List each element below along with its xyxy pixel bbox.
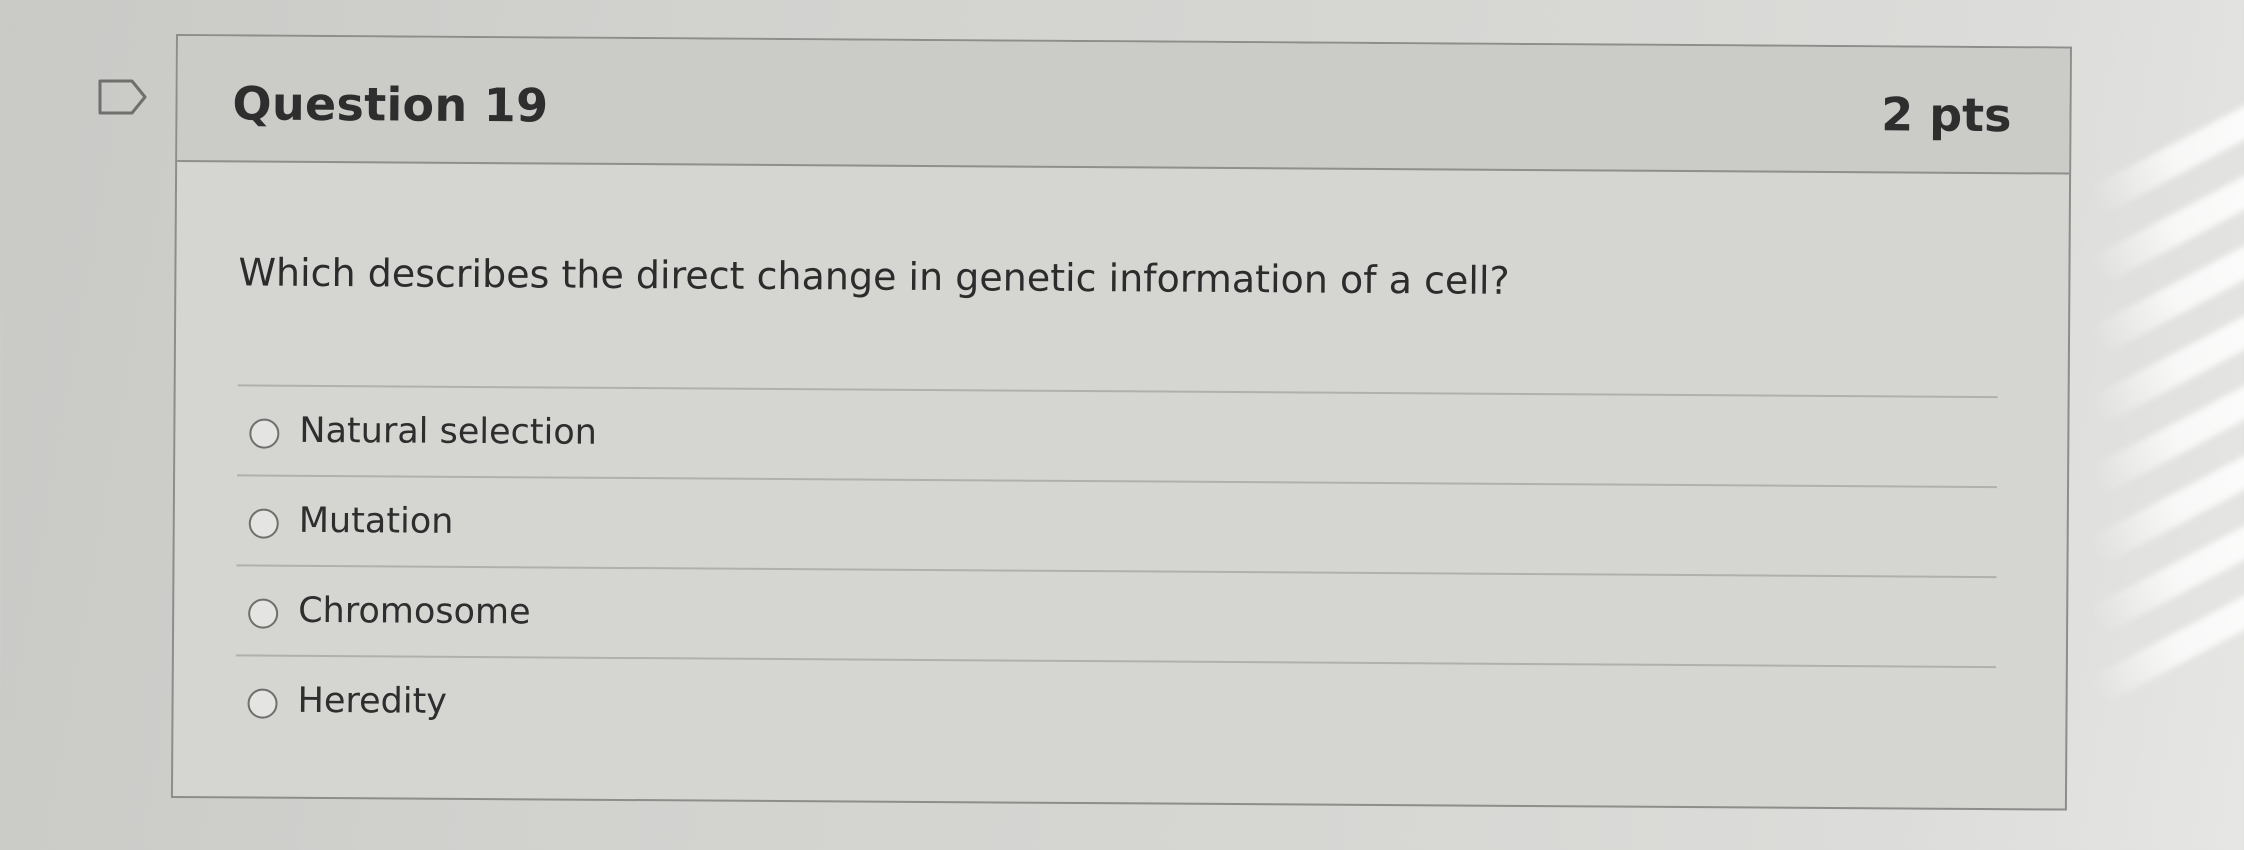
- radio-button-icon[interactable]: [248, 598, 279, 629]
- flag-icon[interactable]: [98, 78, 148, 116]
- answer-option[interactable]: Chromosome: [235, 564, 1997, 669]
- question-card: Question 19 2 pts Which describes the di…: [170, 34, 2072, 811]
- radio-button-icon[interactable]: [249, 418, 280, 449]
- question-text: Which describes the direct change in gen…: [238, 250, 1510, 303]
- answer-option[interactable]: Natural selection: [237, 384, 1998, 489]
- answer-label[interactable]: Chromosome: [298, 591, 531, 633]
- answer-label[interactable]: Heredity: [297, 681, 447, 722]
- question-points: 2 pts: [1880, 87, 2012, 143]
- answer-option[interactable]: Mutation: [236, 474, 1998, 579]
- question-body: Which describes the direct change in gen…: [173, 162, 2069, 811]
- radio-button-icon[interactable]: [248, 508, 279, 539]
- answer-label[interactable]: Mutation: [299, 501, 454, 542]
- answer-label[interactable]: Natural selection: [299, 411, 597, 453]
- question-header: Question 19 2 pts: [177, 36, 2070, 175]
- question-title: Question 19: [232, 76, 549, 133]
- answer-option[interactable]: Heredity: [235, 654, 1996, 759]
- radio-button-icon[interactable]: [247, 688, 278, 719]
